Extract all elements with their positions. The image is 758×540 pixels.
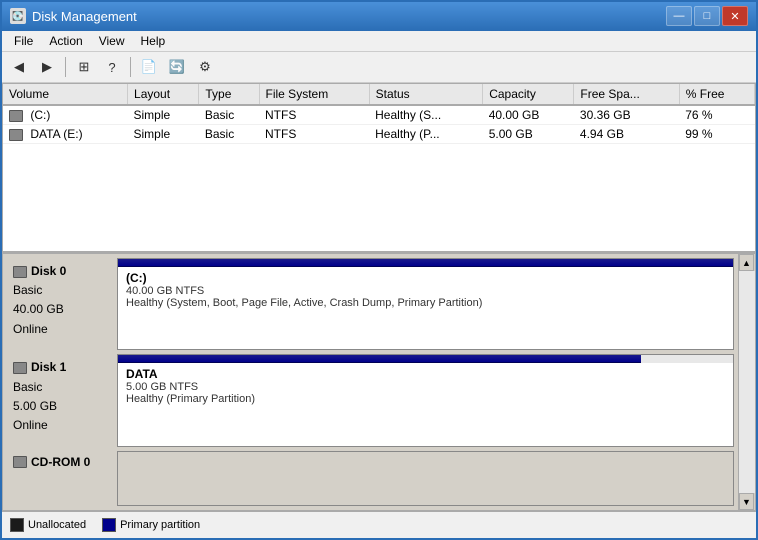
legend-primary: Primary partition bbox=[102, 518, 200, 532]
table-header: Volume Layout Type File System Status Ca… bbox=[3, 84, 755, 105]
disk-1-partitions[interactable]: DATA 5.00 GB NTFS Healthy (Primary Parti… bbox=[117, 354, 734, 446]
menu-file[interactable]: File bbox=[6, 32, 41, 50]
legend-unallocated: Unallocated bbox=[10, 518, 86, 532]
cell-status-0: Healthy (S... bbox=[369, 105, 483, 125]
new-button[interactable]: 📄 bbox=[136, 55, 162, 79]
menu-view[interactable]: View bbox=[91, 32, 133, 50]
title-bar: 💽 Disk Management — □ ✕ bbox=[2, 2, 756, 31]
volume-table: Volume Layout Type File System Status Ca… bbox=[3, 84, 755, 144]
app-icon: 💽 bbox=[10, 8, 26, 24]
properties-button[interactable]: ⊞ bbox=[71, 55, 97, 79]
toolbar: ◀ ▶ ⊞ ? 📄 🔄 ⚙ bbox=[2, 52, 756, 83]
legend-primary-box bbox=[102, 518, 116, 532]
disk-map-area: Disk 0 Basic 40.00 GB Online (C:) 40.00 … bbox=[3, 254, 755, 510]
cell-status-1: Healthy (P... bbox=[369, 125, 483, 144]
menu-action[interactable]: Action bbox=[41, 32, 90, 50]
toolbar-sep-1 bbox=[65, 57, 66, 77]
disk-0-body: (C:) 40.00 GB NTFS Healthy (System, Boot… bbox=[118, 267, 733, 349]
cell-percent-1: 99 % bbox=[679, 125, 754, 144]
cell-fs-1: NTFS bbox=[259, 125, 369, 144]
maximize-button[interactable]: □ bbox=[694, 6, 720, 26]
cdrom-label: CD-ROM 0 bbox=[7, 451, 117, 506]
table-row[interactable]: (C:) Simple Basic NTFS Healthy (S... 40.… bbox=[3, 105, 755, 125]
disk-0-header-bar bbox=[118, 259, 733, 267]
disk-0-row: Disk 0 Basic 40.00 GB Online (C:) 40.00 … bbox=[7, 258, 734, 350]
col-free: Free Spa... bbox=[574, 84, 679, 105]
app-window: 💽 Disk Management — □ ✕ File Action View… bbox=[0, 0, 758, 540]
scroll-down-button[interactable]: ▼ bbox=[739, 493, 754, 510]
disk-0-partitions[interactable]: (C:) 40.00 GB NTFS Healthy (System, Boot… bbox=[117, 258, 734, 350]
cdrom-area bbox=[117, 451, 734, 506]
back-button[interactable]: ◀ bbox=[6, 55, 32, 79]
cell-layout-1: Simple bbox=[128, 125, 199, 144]
scrollbar[interactable]: ▲ ▼ bbox=[738, 254, 755, 510]
cell-fs-0: NTFS bbox=[259, 105, 369, 125]
table-row[interactable]: DATA (E:) Simple Basic NTFS Healthy (P..… bbox=[3, 125, 755, 144]
cell-type-1: Basic bbox=[199, 125, 259, 144]
col-capacity: Capacity bbox=[483, 84, 574, 105]
legend-unallocated-box bbox=[10, 518, 24, 532]
cdrom-row: CD-ROM 0 bbox=[7, 451, 734, 506]
table-body: (C:) Simple Basic NTFS Healthy (S... 40.… bbox=[3, 105, 755, 144]
refresh-button[interactable]: 🔄 bbox=[164, 55, 190, 79]
main-content: Volume Layout Type File System Status Ca… bbox=[2, 83, 756, 511]
cell-capacity-0: 40.00 GB bbox=[483, 105, 574, 125]
cell-free-1: 4.94 GB bbox=[574, 125, 679, 144]
cell-capacity-1: 5.00 GB bbox=[483, 125, 574, 144]
col-status: Status bbox=[369, 84, 483, 105]
cell-type-0: Basic bbox=[199, 105, 259, 125]
scroll-track bbox=[739, 271, 755, 493]
toolbar-sep-2 bbox=[130, 57, 131, 77]
scroll-up-button[interactable]: ▲ bbox=[739, 254, 754, 271]
cell-layout-0: Simple bbox=[128, 105, 199, 125]
col-fs: File System bbox=[259, 84, 369, 105]
title-bar-left: 💽 Disk Management bbox=[10, 8, 137, 24]
help-button[interactable]: ? bbox=[99, 55, 125, 79]
minimize-button[interactable]: — bbox=[666, 6, 692, 26]
menu-help[interactable]: Help bbox=[133, 32, 174, 50]
settings-button[interactable]: ⚙ bbox=[192, 55, 218, 79]
window-title: Disk Management bbox=[32, 9, 137, 24]
volume-table-pane: Volume Layout Type File System Status Ca… bbox=[3, 84, 755, 254]
forward-button[interactable]: ▶ bbox=[34, 55, 60, 79]
disk-1-label: Disk 1 Basic 5.00 GB Online bbox=[7, 354, 117, 446]
disk-map-scroll[interactable]: Disk 0 Basic 40.00 GB Online (C:) 40.00 … bbox=[3, 254, 738, 510]
cell-percent-0: 76 % bbox=[679, 105, 754, 125]
col-type: Type bbox=[199, 84, 259, 105]
status-bar: Unallocated Primary partition bbox=[2, 511, 756, 538]
col-layout: Layout bbox=[128, 84, 199, 105]
cell-volume-0: (C:) bbox=[3, 105, 128, 125]
title-controls: — □ ✕ bbox=[666, 6, 748, 26]
col-volume: Volume bbox=[3, 84, 128, 105]
cell-volume-1: DATA (E:) bbox=[3, 125, 128, 144]
disk-1-body: DATA 5.00 GB NTFS Healthy (Primary Parti… bbox=[118, 363, 733, 445]
disk-1-header-bar bbox=[118, 355, 641, 363]
disk-1-row: Disk 1 Basic 5.00 GB Online DATA 5.00 GB… bbox=[7, 354, 734, 446]
disk-0-label: Disk 0 Basic 40.00 GB Online bbox=[7, 258, 117, 350]
close-button[interactable]: ✕ bbox=[722, 6, 748, 26]
col-percent: % Free bbox=[679, 84, 754, 105]
menu-bar: File Action View Help bbox=[2, 31, 756, 52]
cell-free-0: 30.36 GB bbox=[574, 105, 679, 125]
